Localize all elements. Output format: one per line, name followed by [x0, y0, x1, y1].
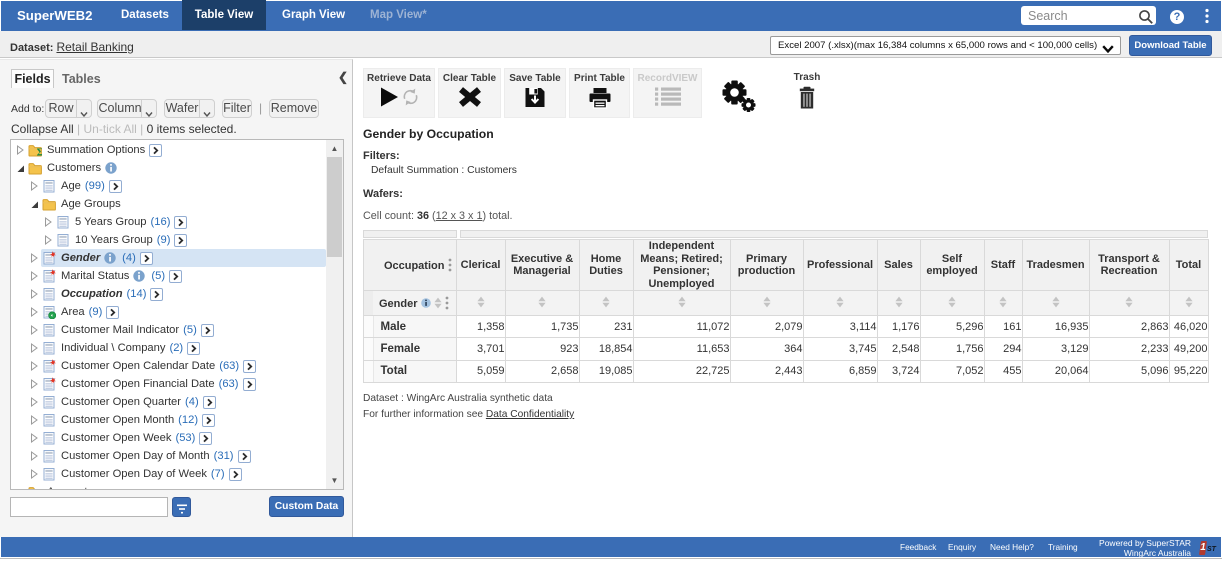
- svg-text:Σ: Σ: [37, 146, 42, 157]
